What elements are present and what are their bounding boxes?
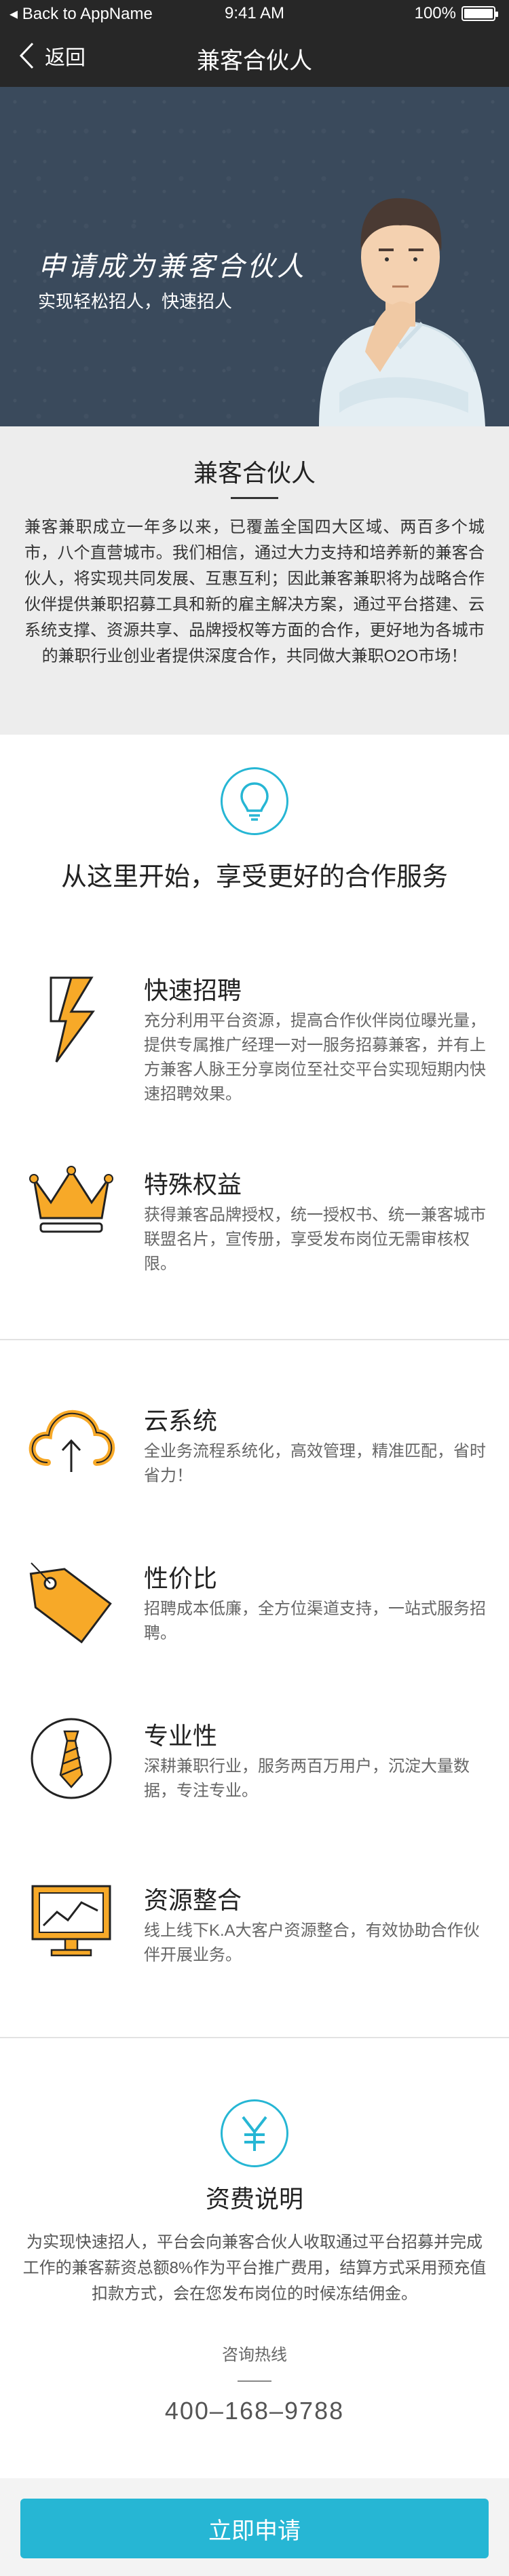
battery-icon bbox=[461, 6, 498, 21]
feature-description: 线上线下K.A大客户资源整合，有效协助合作伙伴开展业务。 bbox=[144, 1921, 480, 1964]
lightbulb-icon bbox=[221, 767, 288, 835]
section-divider bbox=[0, 1339, 509, 1340]
section-divider bbox=[0, 2037, 509, 2038]
intro-divider bbox=[231, 497, 278, 499]
intro-section: 兼客合伙人 兼客兼职成立一年多以来，已覆盖全国四大区域、两百多个城市，八个直营城… bbox=[0, 426, 509, 735]
feature-description: 招聘成本低廉，全方位渠道支持，一站式服务招聘。 bbox=[144, 1600, 486, 1642]
nav-bar: 返回 兼客合伙人 bbox=[0, 27, 509, 87]
feature-item: 性价比 招聘成本低廉，全方位渠道支持，一站式服务招聘。 bbox=[27, 1559, 489, 1668]
hero-subtitle: 实现轻松招人，快速招人 bbox=[38, 291, 233, 312]
page-title: 兼客合伙人 bbox=[197, 48, 312, 74]
apply-button[interactable]: 立即申请 bbox=[20, 2499, 489, 2558]
feature-name: 性价比 bbox=[144, 1564, 218, 1592]
feature-item: 特殊权益 获得兼客品牌授权，统一授权书、统一兼客城市联盟名片，宣传册，享受发布岗… bbox=[27, 1165, 489, 1301]
feature-description: 全业务流程系统化，高效管理，精准匹配，省时省力！ bbox=[144, 1442, 486, 1485]
battery-percent: 100% bbox=[414, 4, 456, 22]
status-battery-group: 100% bbox=[414, 4, 498, 23]
hero-title: 申请成为兼客合伙人 bbox=[38, 251, 307, 282]
apply-bar: 立即申请 bbox=[0, 2478, 509, 2576]
fees-paragraph: 为实现快速招人，平台会向兼客合伙人收取通过平台招募并完成工作的兼客薪资总额8%作… bbox=[22, 2233, 487, 2303]
feature-name: 资源整合 bbox=[144, 1886, 242, 1914]
feature-item: 资源整合 线上线下K.A大客户资源整合，有效协助合作伙伴开展业务。 bbox=[27, 1881, 489, 1989]
crown-icon bbox=[27, 1165, 115, 1260]
businessman-illustration bbox=[319, 198, 485, 426]
feature-name: 特殊权益 bbox=[144, 1171, 242, 1198]
hotline-divider bbox=[238, 2380, 271, 2382]
cloud-upload-icon bbox=[27, 1401, 115, 1496]
feature-description: 获得兼客品牌授权，统一授权书、统一兼客城市联盟名片，宣传册，享受发布岗位无需审核… bbox=[144, 1206, 486, 1273]
lightning-icon bbox=[27, 971, 115, 1066]
monitor-chart-icon bbox=[27, 1881, 115, 1976]
battery-fill bbox=[464, 9, 493, 18]
feature-item: 云系统 全业务流程系统化，高效管理，精准匹配，省时省力！ bbox=[27, 1401, 489, 1510]
intro-heading: 兼客合伙人 bbox=[193, 459, 316, 487]
feature-description: 深耕兼职行业，服务两百万用户，沉淀大量数据，专注专业。 bbox=[144, 1757, 470, 1800]
yen-icon bbox=[221, 2099, 288, 2167]
hotline-number[interactable]: 400–168–9788 bbox=[0, 2397, 509, 2425]
necktie-icon bbox=[27, 1716, 115, 1811]
cooperation-title: 从这里开始，享受更好的合作服务 bbox=[60, 863, 448, 891]
status-bar: ◂ Back to AppName 9:41 AM 100% bbox=[0, 0, 509, 27]
price-tag-icon bbox=[27, 1559, 115, 1654]
feature-name: 快速招聘 bbox=[144, 976, 242, 1004]
feature-item: 快速招聘 充分利用平台资源，提高合作伙伴岗位曝光量，提供专属推广经理一对一服务招… bbox=[27, 971, 489, 1127]
fees-title: 资费说明 bbox=[205, 2185, 303, 2213]
feature-name: 云系统 bbox=[144, 1407, 218, 1435]
feature-item: 专业性 深耕兼职行业，服务两百万用户，沉淀大量数据，专注专业。 bbox=[27, 1716, 489, 1825]
feature-description: 充分利用平台资源，提高合作伙伴岗位曝光量，提供专属推广经理一对一服务招募兼客，并… bbox=[144, 1012, 486, 1103]
hero-banner: 申请成为兼客合伙人 实现轻松招人，快速招人 bbox=[0, 87, 509, 426]
hotline-label: 咨询热线 bbox=[222, 2346, 287, 2364]
intro-paragraph: 兼客兼职成立一年多以来，已覆盖全国四大区域、两百多个城市，八个直营城市。我们相信… bbox=[24, 518, 485, 665]
feature-name: 专业性 bbox=[144, 1722, 218, 1750]
